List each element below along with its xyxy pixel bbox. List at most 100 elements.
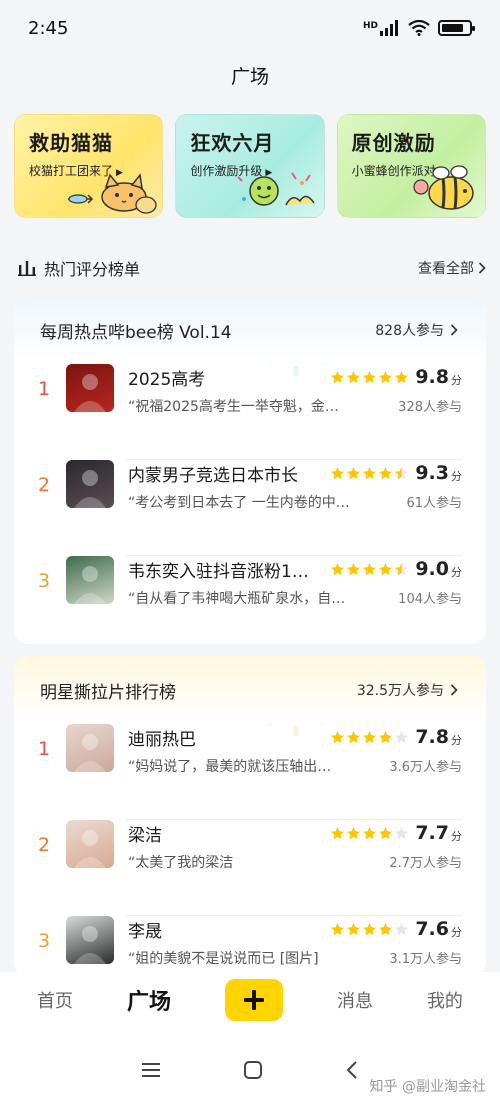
- star-icon: [331, 466, 345, 479]
- star-icon: [395, 922, 409, 935]
- ranking-item[interactable]: 2 梁洁 7.7 分 “太美了我的梁洁 2.7万人参与: [14, 820, 486, 916]
- item-title-row: 李晟 7.6 分: [128, 916, 462, 942]
- star-rating: [330, 562, 409, 577]
- item-body: 李晟 7.6 分 “姐的美貌不是说说而已 [图片] 3.1万人参与: [128, 916, 462, 976]
- bee-icon: [413, 165, 474, 210]
- ranking-item[interactable]: 3 李晟 7.6 分 “姐的美貌不是说说而已 [图片] 3.1万人参与: [14, 916, 486, 976]
- menu-icon[interactable]: [140, 1061, 162, 1079]
- banner-original-incentive[interactable]: 原创激励 小蜜蜂创作派对▶: [336, 114, 486, 218]
- top-comment: “姐的美貌不是说说而已 [图片]: [128, 951, 319, 967]
- score-group: 7.6 分: [330, 918, 462, 940]
- score-unit: 分: [451, 926, 462, 939]
- status-icons: HD: [362, 20, 475, 36]
- item-title-row: 2025高考 9.8 分: [128, 364, 462, 390]
- back-icon[interactable]: [344, 1059, 360, 1081]
- home-square-icon[interactable]: [242, 1059, 264, 1081]
- item-participants: 3.1万人参与: [389, 952, 462, 967]
- item-title-row: 内蒙男子竞选日本市长 9.3 分: [128, 460, 462, 486]
- view-all-label: 查看全部: [418, 261, 474, 277]
- item-title-row: 迪丽热巴 7.8 分: [128, 724, 462, 750]
- banner-title: 救助猫猫: [29, 131, 113, 155]
- score-value: 7.7: [415, 822, 449, 844]
- party-ball-icon: [236, 172, 315, 206]
- hd-label: HD: [362, 21, 378, 31]
- item-meta-row: “姐的美貌不是说说而已 [图片] 3.1万人参与: [128, 948, 462, 968]
- item-meta-row: “祝福2025高考生一举夺魁，金… 328人参与: [128, 396, 462, 416]
- item-participants: 328人参与: [398, 400, 462, 415]
- score-value: 9.3: [415, 462, 449, 484]
- star-icon: [363, 466, 377, 479]
- portrait-icon: [74, 830, 106, 868]
- card-header[interactable]: 每周热点哔bee榜 Vol.14 828人参与: [14, 296, 486, 364]
- score-group: 9.8 分: [330, 366, 462, 388]
- battery-fill: [442, 24, 463, 32]
- banner-june-carnival[interactable]: 狂欢六月 创作激励升级 ▶: [175, 114, 325, 218]
- ranking-item[interactable]: 2 内蒙男子竞选日本市长 9.3 分 “考公考到日本去了 一生内卷的中… 61人…: [14, 460, 486, 556]
- score-unit: 分: [451, 566, 462, 579]
- ranking-item[interactable]: 1 2025高考 9.8 分 “祝福2025高考生一举夺魁，金… 328人参与: [14, 364, 486, 460]
- item-participants: 61人参与: [406, 496, 462, 511]
- nav-square[interactable]: 广场: [127, 984, 171, 1016]
- score-value: 9.8: [415, 366, 449, 388]
- star-icon: [395, 730, 409, 743]
- create-button[interactable]: [224, 979, 283, 1021]
- item-meta-row: “自从看了韦神喝大瓶矿泉水，自… 104人参与: [128, 588, 462, 608]
- rank-number: 1: [38, 738, 51, 760]
- star-icon: [395, 562, 409, 575]
- banner-title: 狂欢六月: [190, 131, 275, 155]
- star-icon: [363, 730, 377, 743]
- card-title: 明星撕拉片排行榜: [40, 682, 176, 703]
- star-icon: [347, 826, 361, 839]
- nav-home[interactable]: 首页: [37, 987, 73, 1013]
- card-participants: 32.5万人参与: [357, 680, 458, 700]
- score-value: 7.8: [415, 726, 449, 748]
- score-unit: 分: [451, 830, 462, 843]
- portrait-icon: [74, 734, 106, 772]
- star-icon: [331, 562, 345, 575]
- ranking-item[interactable]: 3 韦东奕入驻抖音涨粉1… 9.0 分 “自从看了韦神喝大瓶矿泉水，自… 104…: [14, 556, 486, 644]
- wifi-icon: [408, 20, 430, 36]
- status-time: 2:45: [28, 17, 69, 39]
- item-body: 内蒙男子竞选日本市长 9.3 分 “考公考到日本去了 一生内卷的中… 61人参与: [128, 460, 462, 556]
- rank-number: 2: [38, 474, 51, 496]
- portrait-icon: [74, 470, 106, 508]
- chevron-right-icon: [450, 684, 458, 696]
- chevron-right-icon: [478, 262, 486, 274]
- item-meta-row: “考公考到日本去了 一生内卷的中… 61人参与: [128, 492, 462, 512]
- battery-icon: [438, 20, 475, 36]
- card-participants: 828人参与: [375, 320, 458, 340]
- star-rating: [330, 466, 409, 481]
- star-icon: [395, 370, 409, 383]
- view-all-link[interactable]: 查看全部: [418, 258, 486, 278]
- score-unit: 分: [451, 734, 462, 747]
- star-icon: [331, 826, 345, 839]
- system-nav-bar: [0, 1028, 500, 1111]
- ranking-card-weekly: 每周热点哔bee榜 Vol.14 828人参与 1 2025高考 9.8 分 “…: [14, 296, 486, 644]
- star-icon: [331, 370, 345, 383]
- item-thumbnail: [66, 916, 114, 964]
- nav-messages[interactable]: 消息: [337, 987, 373, 1013]
- rank-number: 1: [38, 378, 51, 400]
- item-title: 迪丽热巴: [128, 729, 196, 750]
- item-body: 迪丽热巴 7.8 分 “妈妈说了，最美的就该压轴出… 3.6万人参与: [128, 724, 462, 820]
- nav-me[interactable]: 我的: [427, 987, 463, 1013]
- top-comment: “考公考到日本去了 一生内卷的中…: [128, 495, 350, 511]
- star-icon: [379, 730, 393, 743]
- top-comment: “太美了我的梁洁: [128, 855, 234, 871]
- banner-title: 原创激励: [351, 131, 436, 155]
- cat-illustration-icon: [68, 173, 157, 214]
- item-thumbnail: [66, 364, 114, 412]
- score-value: 9.0: [415, 558, 449, 580]
- banner-rescue-cats[interactable]: 救助猫猫 校猫打工团来了 ▶: [14, 114, 164, 218]
- item-meta-row: “太美了我的梁洁 2.7万人参与: [128, 852, 462, 872]
- card-header[interactable]: 明星撕拉片排行榜 32.5万人参与: [14, 656, 486, 724]
- bottom-nav: 首页 广场 消息 我的: [0, 972, 500, 1028]
- rank-number: 3: [38, 930, 51, 952]
- plus-icon: [243, 990, 264, 1010]
- ranking-list: 1 2025高考 9.8 分 “祝福2025高考生一举夺魁，金… 328人参与 …: [14, 364, 486, 644]
- item-title: 韦东奕入驻抖音涨粉1…: [128, 561, 309, 582]
- ranking-item[interactable]: 1 迪丽热巴 7.8 分 “妈妈说了，最美的就该压轴出… 3.6万人参与: [14, 724, 486, 820]
- score-unit: 分: [451, 470, 462, 483]
- item-body: 2025高考 9.8 分 “祝福2025高考生一举夺魁，金… 328人参与: [128, 364, 462, 460]
- item-thumbnail: [66, 820, 114, 868]
